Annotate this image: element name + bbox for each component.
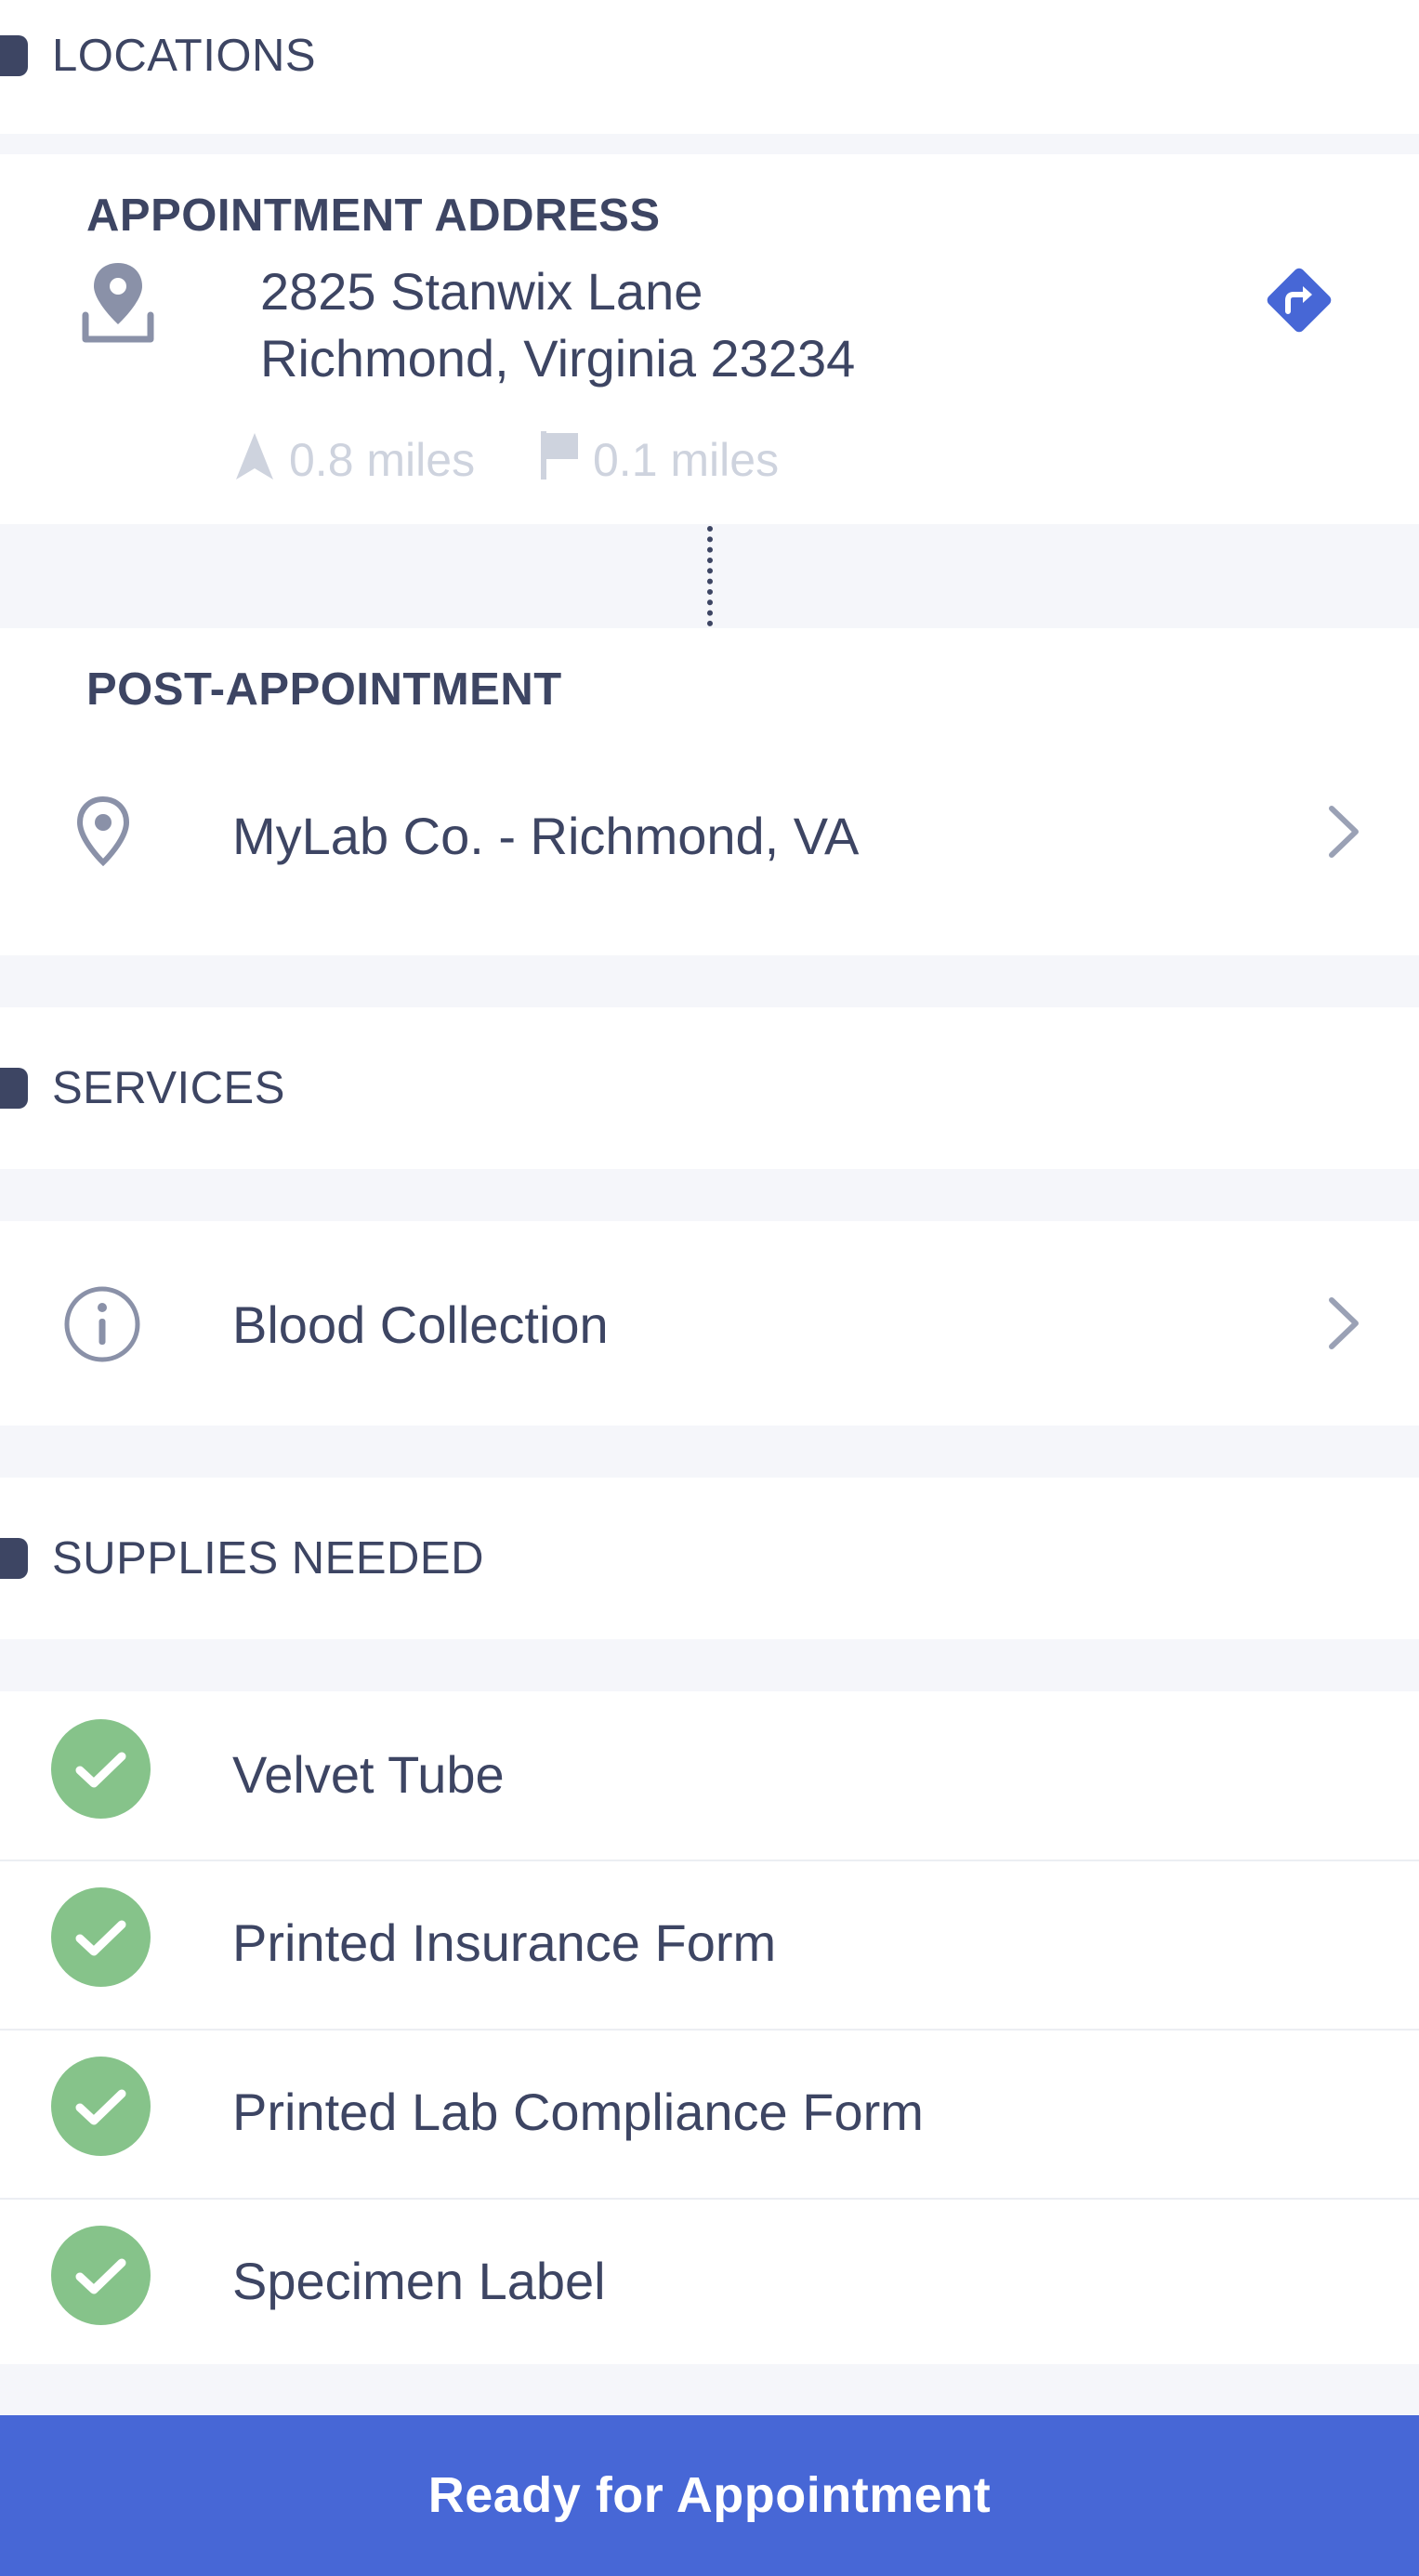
supplies-title: SUPPLIES NEEDED — [52, 1533, 484, 1584]
checkmark-icon — [51, 1887, 151, 1987]
list-item[interactable]: Velvet Tube — [0, 1691, 1419, 1860]
distance-from-you: 0.8 miles — [289, 434, 476, 486]
chevron-right-icon[interactable] — [1326, 1295, 1363, 1357]
post-appointment-heading: POST-APPOINTMENT — [86, 664, 562, 715]
list-item[interactable]: Printed Insurance Form — [0, 1861, 1419, 2029]
post-appointment-location: MyLab Co. - Richmond, VA — [232, 807, 860, 865]
appointment-address-card: APPOINTMENT ADDRESS 2825 Stanwix Lane Ri… — [0, 154, 1419, 524]
services-section-header: SERVICES — [0, 1007, 1419, 1169]
section-marker — [0, 1068, 28, 1109]
address-line-1: 2825 Stanwix Lane — [260, 262, 703, 321]
supplies-list: Velvet Tube Printed Insurance Form Print… — [0, 1691, 1419, 2364]
supplies-section-header: SUPPLIES NEEDED — [0, 1478, 1419, 1639]
checkmark-icon — [51, 1719, 151, 1819]
service-item[interactable]: Blood Collection — [0, 1221, 1419, 1426]
ready-for-appointment-button[interactable]: Ready for Appointment — [0, 2415, 1419, 2576]
location-pin-icon — [78, 259, 158, 349]
list-item[interactable]: Specimen Label — [0, 2200, 1419, 2364]
supply-label: Velvet Tube — [232, 1745, 505, 1804]
checkmark-icon — [51, 2057, 151, 2156]
supply-label: Printed Lab Compliance Form — [232, 2083, 924, 2141]
route-connector — [707, 526, 713, 626]
navigation-arrow-icon — [234, 431, 275, 486]
supply-label: Specimen Label — [232, 2252, 606, 2310]
post-appointment-card[interactable]: POST-APPOINTMENT MyLab Co. - Richmond, V… — [0, 628, 1419, 955]
address-line-2: Richmond, Virginia 23234 — [260, 329, 856, 388]
flag-icon — [539, 429, 580, 486]
services-title: SERVICES — [52, 1063, 285, 1113]
section-marker — [0, 1538, 28, 1579]
distance-to-destination: 0.1 miles — [593, 434, 780, 486]
appointment-address-heading: APPOINTMENT ADDRESS — [86, 191, 661, 241]
info-icon — [63, 1285, 141, 1368]
section-marker — [0, 35, 28, 76]
locations-title: LOCATIONS — [52, 31, 317, 81]
list-item[interactable]: Printed Lab Compliance Form — [0, 2031, 1419, 2198]
service-label: Blood Collection — [232, 1295, 609, 1354]
directions-icon[interactable] — [1262, 263, 1336, 342]
chevron-right-icon[interactable] — [1326, 803, 1363, 865]
checkmark-icon — [51, 2226, 151, 2325]
supply-label: Printed Insurance Form — [232, 1913, 777, 1972]
locations-section-header: LOCATIONS — [0, 0, 1419, 134]
map-pin-icon — [74, 795, 132, 871]
